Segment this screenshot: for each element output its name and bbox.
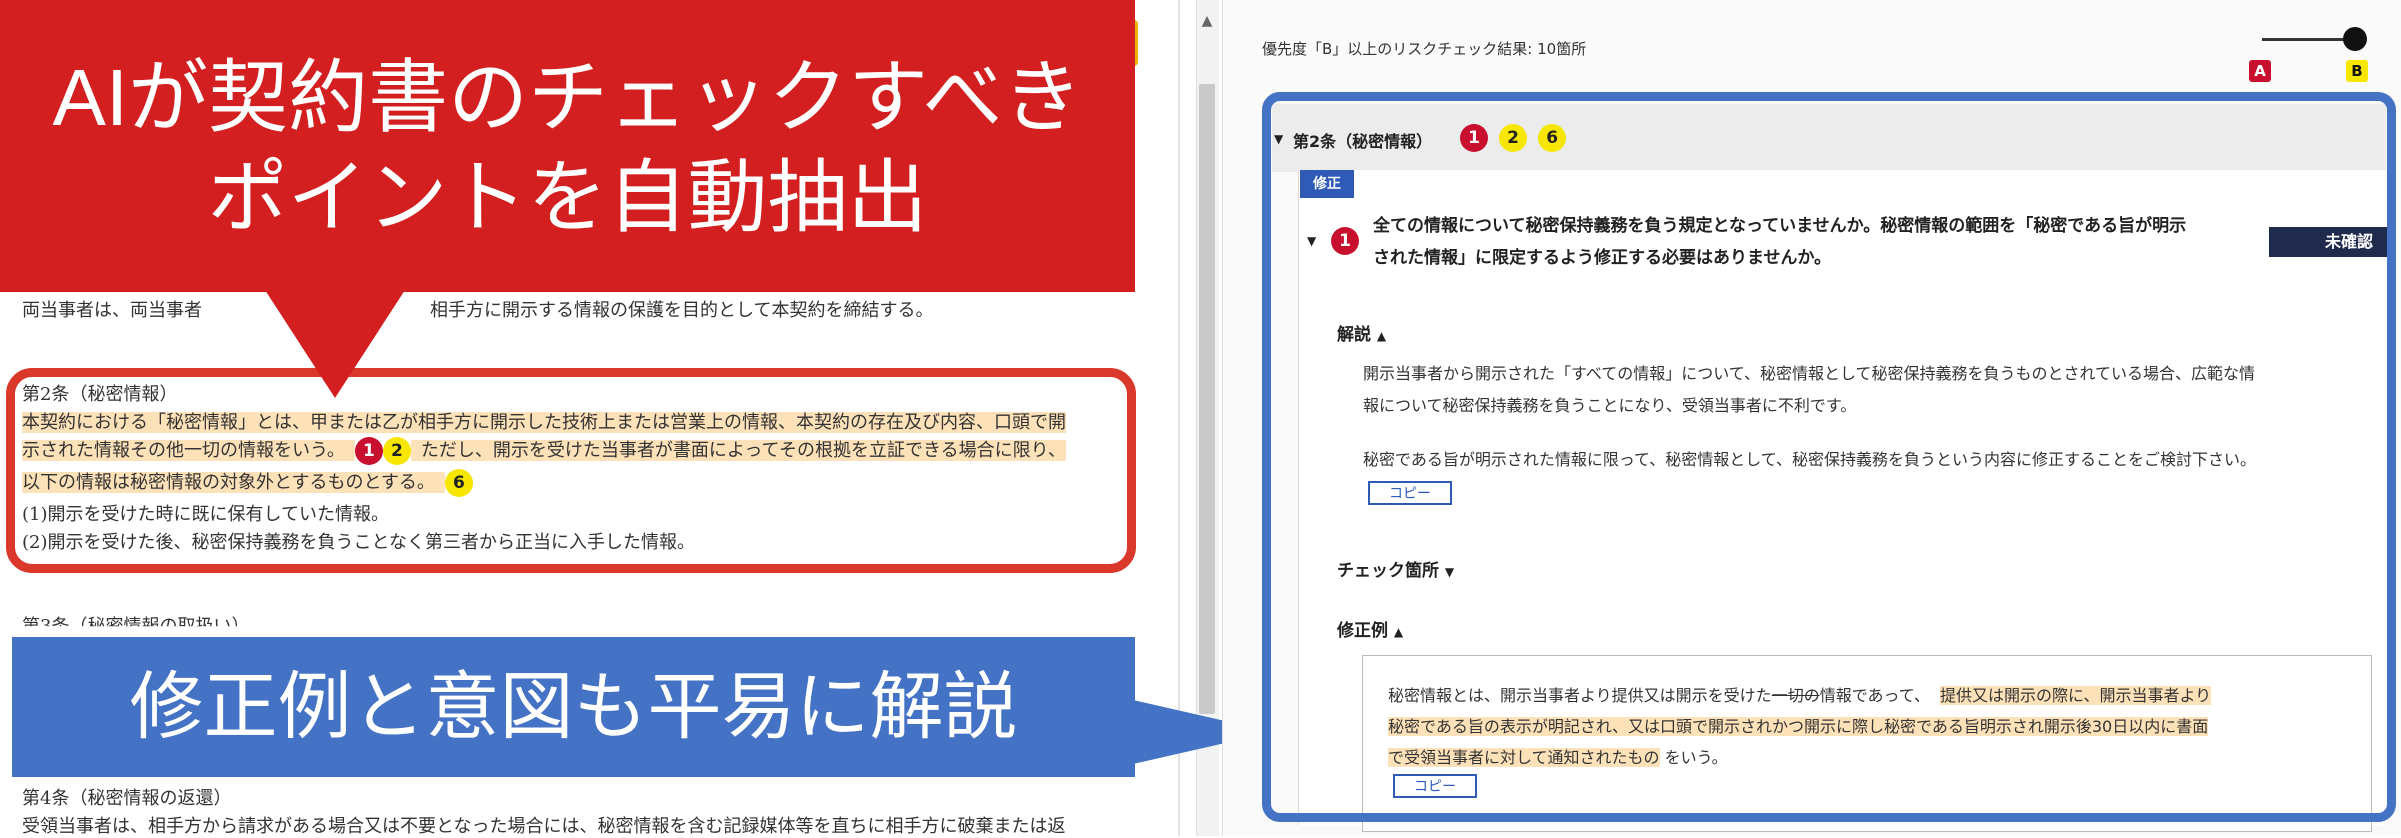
priority-slider-knob[interactable] xyxy=(2343,27,2367,51)
callout-explanation-text: 修正例と意図も平易に解説 xyxy=(129,665,1018,748)
article-4-title: 第4条（秘密情報の返還） xyxy=(22,788,232,809)
article-2-highlight-frame xyxy=(6,368,1136,573)
scroll-up-arrow-icon[interactable]: ▲ xyxy=(1196,10,1218,32)
intro-fragment-b: 相手方に開示する情報の保護を目的として本契約を締結する。 xyxy=(430,300,934,321)
article-4-line-1: 受領当事者は、相手方から請求がある場合又は不要となった場合には、秘密情報を含む記… xyxy=(22,816,1066,837)
intro-fragment-a: 両当事者は、両当事者 xyxy=(22,300,202,321)
priority-level-a[interactable]: A xyxy=(2249,60,2271,82)
callout-auto-extract-line-1: AIが契約書のチェックすべき xyxy=(52,53,1083,142)
document-scrollbar-thumb[interactable] xyxy=(1199,84,1215,714)
intro-text: 両当事者は、両当事者 相手方に開示する情報の保護を目的として本契約を締結する。 xyxy=(22,296,933,322)
callout-auto-extract-line-2: ポイントを自動抽出 xyxy=(207,153,928,242)
callout-auto-extract-pointer xyxy=(265,290,405,398)
priority-level-b[interactable]: B xyxy=(2346,60,2368,82)
review-summary: 優先度「B」以上のリスクチェック結果: 10箇所 xyxy=(1262,40,1587,58)
review-highlight-frame xyxy=(1262,92,2396,822)
